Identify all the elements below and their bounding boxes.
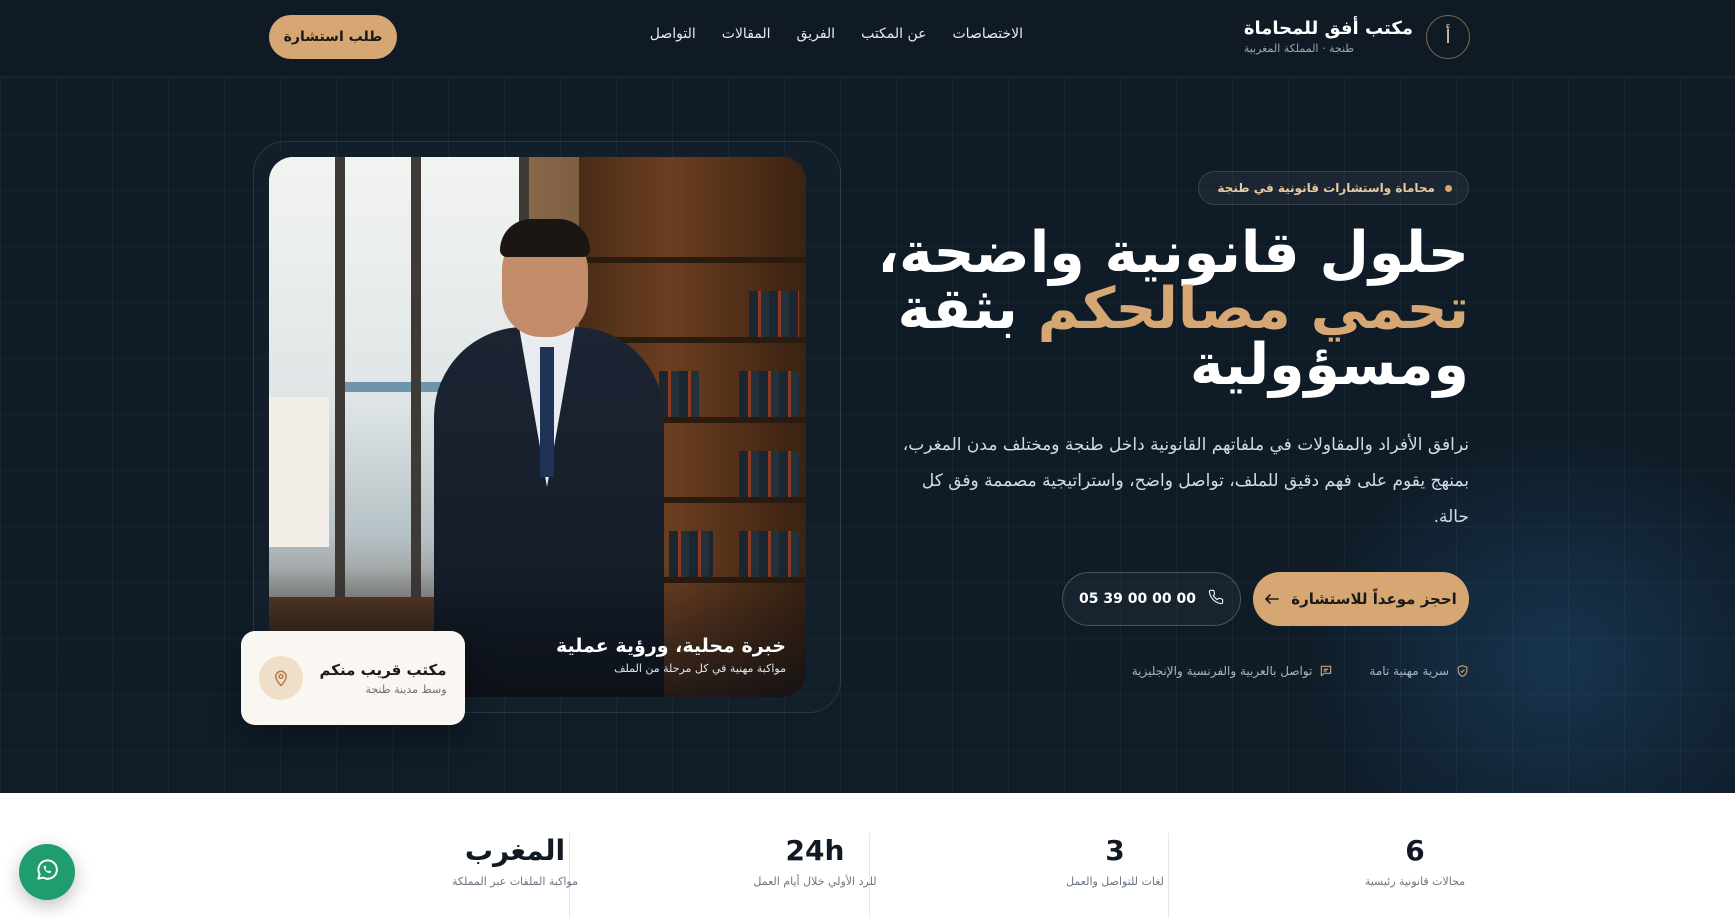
stats-bar: 6 مجالات قانونية رئيسية 3 لغات للتواصل و… [0,793,1735,918]
logo-badge: أ [1426,15,1470,59]
headline-line-3: ومسؤولية [1189,332,1469,398]
trust-languages-label: تواصل بالعربية والفرنسية والإنجليزية [1131,664,1313,678]
hero-tag-pill: محاماة واستشارات قانونية في طنجة [1198,171,1469,205]
brand-subtitle: طنجة · المملكة المغربية [1243,42,1355,55]
stat-value: 3 [1105,834,1125,867]
hero-tag-label: محاماة واستشارات قانونية في طنجة [1217,181,1435,195]
headline-rest: بثقة [897,276,1038,342]
brand-logo[interactable]: أ مكتب أفق للمحاماة طنجة · المملكة المغر… [1244,14,1470,60]
stat-label: مواكبة الملفات عبر المملكة [452,875,578,888]
office-location-card: مكتب قريب منكم وسط مدينة طنجة [241,631,465,725]
stat-value: 24h [785,834,845,867]
phone-number: 05 39 00 00 00 [1079,591,1196,607]
nav-item-about[interactable]: عن المكتب [861,26,926,42]
hero-paragraph: نرافق الأفراد والمقاولات في ملفاتهم القا… [902,435,1469,527]
stat-label: مجالات قانونية رئيسية [1364,875,1466,888]
site-header: أ مكتب أفق للمحاماة طنجة · المملكة المغر… [0,0,1735,77]
stat-response-time: 24h للرد الأولي خلال أيام العمل [665,833,965,918]
nav-item-contact[interactable]: التواصل [650,26,696,42]
stat-label: لغات للتواصل والعمل [1066,875,1164,888]
chat-icon [1319,664,1333,678]
trust-badges: سرية مهنية تامة تواصل بالعربية والفرنسية… [1132,664,1469,678]
photo-caption-title: خبرة محلية، ورؤية عملية [555,635,786,657]
stat-label: للرد الأولي خلال أيام العمل [753,875,877,888]
brand-title: مكتب أفق للمحاماة [1243,18,1413,39]
hero-headline: حلول قانونية واضحة، تحمي مصالحكم بثقة وم… [829,225,1469,394]
whatsapp-button[interactable] [19,844,75,900]
trust-confidentiality: سرية مهنية تامة [1369,664,1469,678]
nav-item-team[interactable]: الفريق [797,26,836,42]
shield-icon [1456,664,1469,678]
nav-item-specialties[interactable]: الاختصاصات [953,26,1024,42]
phone-icon [1208,589,1224,609]
stat-languages: 3 لغات للتواصل والعمل [965,833,1265,918]
nav-item-articles[interactable]: المقالات [722,26,771,42]
office-card-subtitle: وسط مدينة طنجة [365,683,447,696]
stat-value: المغرب [464,834,566,867]
photo-caption-subtitle: مواكبة مهنية في كل مرحلة من الملف [614,662,786,675]
lawyer-photo: خبرة محلية، ورؤية عملية مواكبة مهنية في … [269,157,806,697]
arrow-left-icon [1265,590,1280,608]
trust-confidentiality-label: سرية مهنية تامة [1369,664,1449,678]
stat-legal-areas: 6 مجالات قانونية رئيسية [1265,833,1565,918]
trust-languages: تواصل بالعربية والفرنسية والإنجليزية [1132,664,1334,678]
stat-coverage: المغرب مواكبة الملفات عبر المملكة [365,833,665,918]
whatsapp-icon [34,857,60,887]
phone-button[interactable]: 05 39 00 00 00 [1062,572,1241,626]
book-appointment-label: احجز موعداً للاستشارة [1291,590,1457,608]
request-consultation-button[interactable]: طلب استشارة [269,15,397,59]
main-nav: الاختصاصات عن المكتب الفريق المقالات الت… [650,26,1023,42]
pill-dot [1445,184,1452,192]
stat-value: 6 [1405,834,1425,867]
office-card-title: مكتب قريب منكم [319,661,447,679]
photo-caption: خبرة محلية، ورؤية عملية مواكبة مهنية في … [556,634,786,675]
location-pin-icon [259,656,304,700]
book-appointment-button[interactable]: احجز موعداً للاستشارة [1253,572,1469,626]
